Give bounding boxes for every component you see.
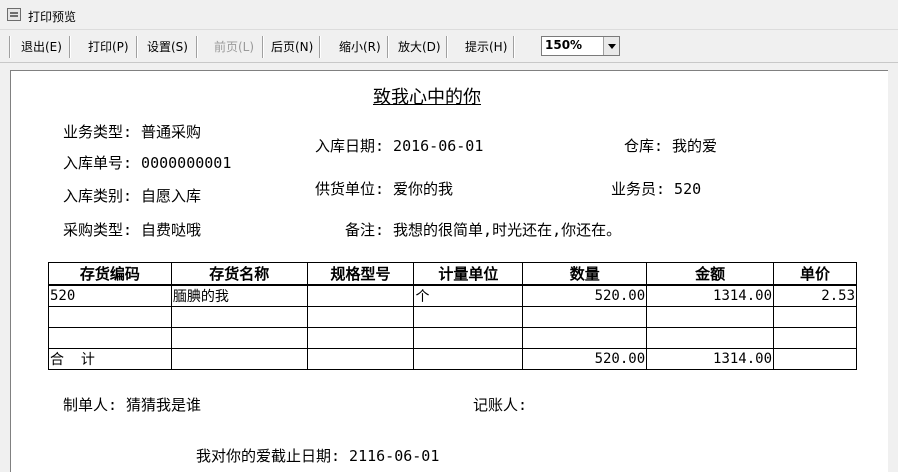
- bookkeeper-field: 记账人:: [473, 396, 528, 414]
- table-cell: [170, 348, 308, 370]
- entry-number-field: 入库单号: 0000000001: [63, 154, 232, 172]
- business-type-field: 业务类型: 普通采购: [63, 123, 202, 141]
- table-cell: [413, 306, 524, 328]
- column-header: 金额: [646, 262, 775, 286]
- warehouse-field: 仓库: 我的爱: [624, 137, 718, 155]
- table-cell: [522, 327, 648, 349]
- table-cell: [646, 306, 775, 328]
- toolbar-separator: [446, 36, 447, 58]
- table-cell: [306, 327, 415, 349]
- toolbar-separator: [136, 36, 137, 58]
- table-row: [48, 327, 857, 349]
- table-header-row: 存货编码 存货名称 规格型号 计量单位 数量 金额 单价: [48, 262, 857, 286]
- toolbar-separator: [69, 36, 70, 58]
- total-quantity: 520.00: [522, 348, 648, 370]
- chevron-down-icon[interactable]: [603, 37, 619, 55]
- prev-page-button[interactable]: 前页(L): [213, 37, 255, 57]
- entry-category-field: 入库类别: 自愿入库: [63, 187, 202, 205]
- table-row: [48, 306, 857, 328]
- table-cell: [48, 306, 172, 328]
- next-page-button[interactable]: 后页(N): [270, 37, 314, 57]
- table-cell: [773, 306, 857, 328]
- total-row: 合 计 520.00 1314.00: [48, 348, 857, 370]
- table-cell: [306, 306, 415, 328]
- document-title: 致我心中的你: [373, 87, 481, 108]
- remark-field: 备注: 我想的很简单,时光还在,你还在。: [345, 221, 622, 239]
- total-amount: 1314.00: [646, 348, 775, 370]
- window-title: 打印预览: [28, 10, 77, 24]
- hint-button[interactable]: 提示(H): [464, 37, 508, 57]
- table-cell: [306, 284, 415, 307]
- zoom-value: 150%: [545, 38, 583, 52]
- toolbar-separator: [9, 36, 10, 58]
- entry-date-field: 入库日期: 2016-06-01: [315, 137, 484, 155]
- table-cell: [413, 327, 524, 349]
- title-bar: 打印预览: [0, 0, 898, 30]
- table-cell: [646, 327, 775, 349]
- column-header: 计量单位: [413, 262, 524, 286]
- maker-field: 制单人: 猜猜我是谁: [63, 396, 202, 414]
- settings-button[interactable]: 设置(S): [146, 37, 189, 57]
- column-header: 规格型号: [306, 262, 415, 286]
- table-cell: [413, 348, 524, 370]
- toolbar-separator: [387, 36, 388, 58]
- purchase-type-field: 采购类型: 自费哒哦: [63, 221, 202, 239]
- table-cell: 腼腆的我: [170, 284, 308, 307]
- toolbar-separator: [319, 36, 320, 58]
- column-header: 存货名称: [170, 262, 308, 286]
- table-cell: 520: [48, 284, 172, 307]
- zoom-out-button[interactable]: 缩小(R): [338, 37, 382, 57]
- toolbar-separator: [196, 36, 197, 58]
- toolbar-separator: [513, 36, 514, 58]
- table-cell: [170, 327, 308, 349]
- print-button[interactable]: 打印(P): [87, 37, 130, 57]
- exit-button[interactable]: 退出(E): [20, 37, 63, 57]
- total-label: 合 计: [48, 348, 172, 370]
- table-cell: [170, 306, 308, 328]
- table-cell: 2.53: [773, 284, 857, 307]
- table-cell: [773, 348, 857, 370]
- table-cell: 520.00: [522, 284, 648, 307]
- salesman-field: 业务员: 520: [611, 180, 702, 198]
- table-cell: [306, 348, 415, 370]
- supplier-field: 供货单位: 爱你的我: [315, 180, 454, 198]
- zoom-select[interactable]: 150%: [541, 36, 620, 56]
- column-header: 存货编码: [48, 262, 172, 286]
- items-table: 存货编码 存货名称 规格型号 计量单位 数量 金额 单价 520 腼腆的我 个 …: [48, 262, 857, 370]
- table-cell: [773, 327, 857, 349]
- toolbar-separator: [262, 36, 263, 58]
- column-header: 单价: [773, 262, 857, 286]
- deadline-field: 我对你的爱截止日期: 2116-06-01: [196, 447, 440, 465]
- column-header: 数量: [522, 262, 648, 286]
- toolbar: 退出(E) 打印(P) 设置(S) 前页(L) 后页(N) 缩小(R) 放大(D…: [0, 31, 898, 63]
- zoom-in-button[interactable]: 放大(D): [397, 37, 442, 57]
- table-cell: 个: [413, 284, 524, 307]
- print-preview-icon: [7, 8, 21, 21]
- table-row: 520 腼腆的我 个 520.00 1314.00 2.53: [48, 284, 857, 307]
- table-cell: [522, 306, 648, 328]
- table-cell: 1314.00: [646, 284, 775, 307]
- table-cell: [48, 327, 172, 349]
